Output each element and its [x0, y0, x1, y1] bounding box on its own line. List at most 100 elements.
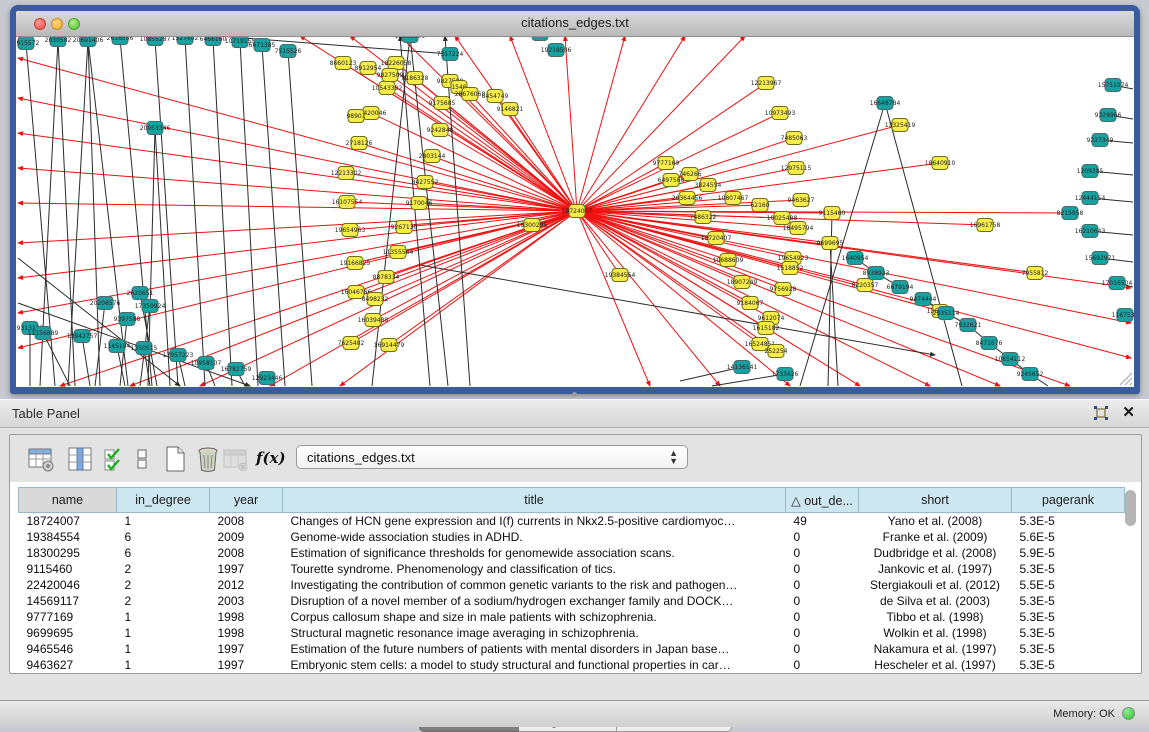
citation-edge-black[interactable] — [420, 265, 935, 355]
table-row[interactable]: 1938455462009Genome-wide association stu… — [19, 529, 1125, 545]
cell-short[interactable]: Yano et al. (2008) — [859, 513, 1012, 530]
graph-node[interactable]: 7357224 — [437, 48, 464, 61]
cell-name[interactable]: 9465546 — [19, 641, 117, 657]
cell-title[interactable]: Estimation of significance thresholds fo… — [283, 545, 786, 561]
table-row[interactable]: 969969511998Structural magnetic resonanc… — [19, 625, 1125, 641]
graph-node[interactable]: 1350515 — [131, 342, 158, 355]
table-chooser-dropdown[interactable]: citations_edges.txt ▲▼ — [296, 445, 688, 469]
cell-pagerank[interactable]: 5.6E-5 — [1012, 529, 1125, 545]
cell-in_degree[interactable]: 1 — [117, 625, 210, 641]
cell-pagerank[interactable]: 5.3E-5 — [1012, 625, 1125, 641]
table-row[interactable]: 977716911998Corpus callosum shape and si… — [19, 609, 1125, 625]
citation-edge-red[interactable] — [18, 133, 577, 211]
cell-title[interactable]: Corpus callosum shape and size in male p… — [283, 609, 786, 625]
table-options-icon[interactable] — [28, 446, 54, 472]
graph-node[interactable]: 10973493 — [765, 107, 796, 120]
graph-node[interactable]: 1915572 — [16, 37, 40, 50]
cell-name[interactable]: 18724007 — [19, 513, 117, 530]
cell-name[interactable]: 19384554 — [19, 529, 117, 545]
cell-title[interactable]: Estimation of the future numbers of pati… — [283, 641, 786, 657]
graph-node[interactable]: 9227349 — [1087, 134, 1114, 147]
select-rows-icon[interactable] — [102, 446, 128, 472]
graph-node[interactable]: 12975115 — [781, 162, 812, 175]
graph-node[interactable]: 9756928 — [770, 283, 797, 296]
window-title-bar[interactable]: citations_edges.txt — [16, 11, 1134, 37]
graph-node[interactable]: 8660123 — [330, 57, 357, 70]
column-header-year[interactable]: year — [210, 488, 283, 513]
cell-pagerank[interactable]: 5.3E-5 — [1012, 609, 1125, 625]
clear-selection-icon[interactable] — [134, 446, 150, 472]
graph-node[interactable]: 18720407 — [701, 232, 732, 245]
cell-out_de[interactable]: 0 — [786, 593, 859, 609]
create-column-icon[interactable] — [162, 446, 188, 472]
cell-in_degree[interactable]: 2 — [117, 577, 210, 593]
column-header-out_de[interactable]: △ out_de... — [786, 488, 859, 513]
cell-out_de[interactable]: 0 — [786, 529, 859, 545]
graph-node[interactable]: 12213967 — [751, 77, 782, 90]
citation-edge-red[interactable] — [455, 37, 577, 211]
citation-edge-red[interactable] — [270, 211, 577, 386]
graph-node[interactable]: 9329966 — [1095, 109, 1122, 122]
graph-node[interactable]: 16210643 — [1075, 225, 1106, 238]
graph-node[interactable]: 16961758 — [970, 219, 1001, 232]
cell-pagerank[interactable]: 5.3E-5 — [1012, 593, 1125, 609]
cell-year[interactable]: 1997 — [210, 641, 283, 657]
cell-out_de[interactable]: 0 — [786, 545, 859, 561]
graph-node[interactable]: 62160 — [750, 199, 769, 212]
cell-pagerank[interactable]: 5.9E-5 — [1012, 545, 1125, 561]
column-header-short[interactable]: short — [859, 488, 1012, 513]
citation-edge-black[interactable] — [240, 41, 258, 386]
graph-node[interactable]: 7625402 — [338, 337, 365, 350]
citation-edge-red[interactable] — [577, 211, 1131, 323]
graph-node[interactable]: 8471676 — [976, 337, 1003, 350]
table-row[interactable]: 1872400712008Changes of HCN gene express… — [19, 513, 1125, 530]
graph-node[interactable]: 7485063 — [781, 132, 808, 145]
cell-year[interactable]: 2009 — [210, 529, 283, 545]
graph-node[interactable]: 12444154 — [1075, 192, 1106, 205]
graph-node[interactable]: 7955812 — [1022, 267, 1049, 280]
table-row[interactable]: 911546021997Tourette syndrome. Phenomeno… — [19, 561, 1125, 577]
graph-node[interactable]: 16033809 — [395, 37, 426, 43]
citation-edge-red[interactable] — [18, 98, 577, 211]
cell-out_de[interactable]: 0 — [786, 561, 859, 577]
cell-in_degree[interactable]: 6 — [117, 529, 210, 545]
cell-out_de[interactable]: 0 — [786, 609, 859, 625]
cell-out_de[interactable]: 49 — [786, 513, 859, 530]
column-header-pagerank[interactable]: pagerank — [1012, 488, 1125, 513]
graph-node[interactable]: 2030502 — [45, 37, 72, 47]
graph-node[interactable]: 8215958 — [1057, 207, 1084, 220]
cell-in_degree[interactable]: 1 — [117, 641, 210, 657]
cell-pagerank[interactable]: 5.3E-5 — [1012, 641, 1125, 657]
citation-edge-red[interactable] — [18, 211, 577, 243]
cell-short[interactable]: Hescheler et al. (1997) — [859, 657, 1012, 673]
cell-in_degree[interactable]: 2 — [117, 593, 210, 609]
delete-columns-icon[interactable] — [195, 446, 221, 472]
cell-out_de[interactable]: 0 — [786, 577, 859, 593]
cell-name[interactable]: 9463627 — [19, 657, 117, 673]
citation-edge-red[interactable] — [577, 163, 666, 211]
cell-pagerank[interactable]: 5.3E-5 — [1012, 657, 1125, 673]
table-row[interactable]: 1456911722003Disruption of a novel membe… — [19, 593, 1125, 609]
cell-title[interactable]: Genome-wide association studies in ADHD. — [283, 529, 786, 545]
cell-short[interactable]: Jankovic et al. (1997) — [859, 561, 1012, 577]
graph-node[interactable]: 6679194 — [887, 281, 914, 294]
cell-title[interactable]: Structural magnetic resonance image aver… — [283, 625, 786, 641]
citation-edge-black[interactable] — [43, 333, 70, 386]
table-scrollbar[interactable] — [1125, 490, 1136, 668]
graph-node[interactable]: 8427552 — [412, 176, 439, 189]
split-pane-handle[interactable] — [572, 392, 577, 397]
network-view-canvas[interactable]: 1872400718300295193845548660123891295418… — [16, 37, 1134, 387]
show-columns-icon[interactable] — [67, 446, 93, 472]
table-row[interactable]: 2242004622012Investigating the contribut… — [19, 577, 1125, 593]
graph-node[interactable]: 252254 — [765, 345, 788, 358]
cell-title[interactable]: Disruption of a novel member of a sodium… — [283, 593, 786, 609]
graph-node[interactable]: 2616556 — [107, 37, 134, 45]
citation-edge-black[interactable] — [262, 45, 285, 386]
graph-node[interactable]: 10855287 — [140, 37, 171, 46]
citation-edge-red[interactable] — [440, 130, 577, 211]
cell-title[interactable]: Embryonic stem cells: a model to study s… — [283, 657, 786, 673]
citation-network-graph[interactable]: 1872400718300295193845548660123891295418… — [16, 37, 1134, 387]
cell-short[interactable]: Franke et al. (2009) — [859, 529, 1012, 545]
column-header-in_degree[interactable]: in_degree — [117, 488, 210, 513]
graph-node[interactable]: 19654963 — [335, 224, 366, 237]
